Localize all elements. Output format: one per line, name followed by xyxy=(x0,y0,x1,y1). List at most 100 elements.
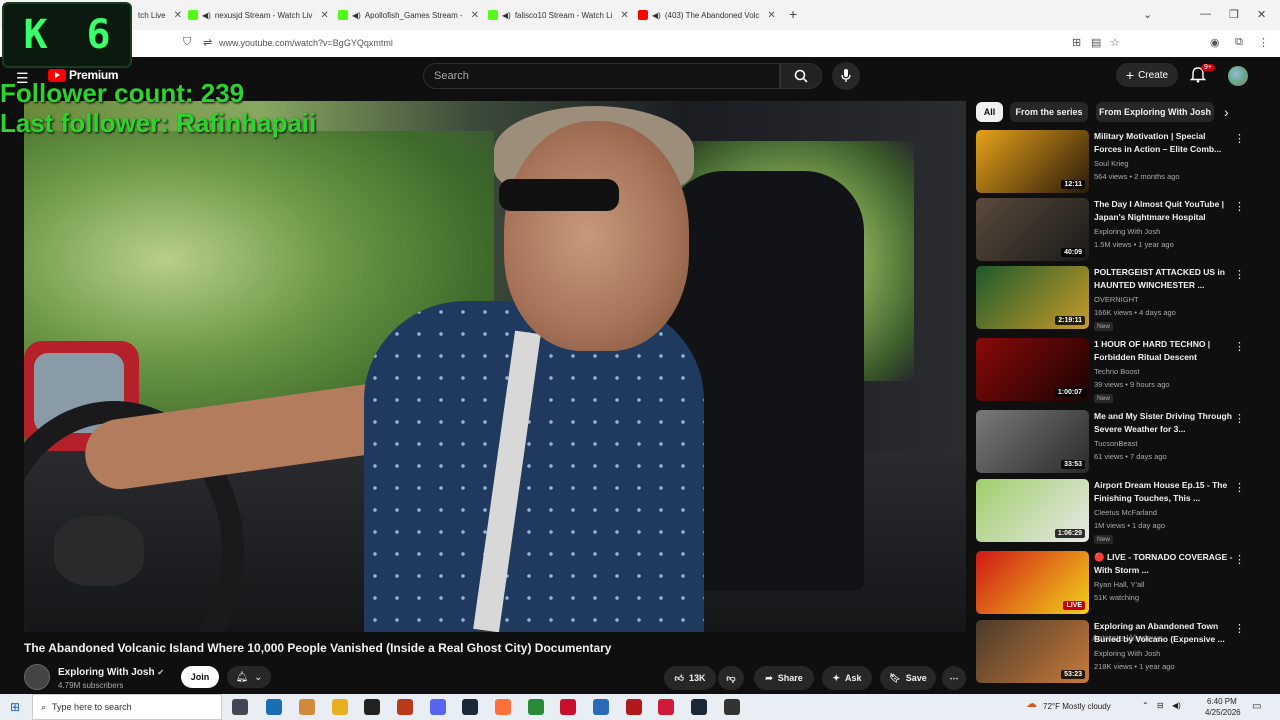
recommendation-item[interactable]: 40:09 The Day I Almost Quit YouTube | Ja… xyxy=(976,198,1248,264)
browser-tab[interactable]: tch Live ✕ xyxy=(138,6,182,24)
app-icon[interactable] xyxy=(658,699,674,715)
restore-icon[interactable]: ❐ xyxy=(1229,8,1239,21)
chevron-right-icon[interactable]: › xyxy=(1224,104,1229,120)
task-view-icon[interactable] xyxy=(232,699,248,715)
close-window-icon[interactable]: ✕ xyxy=(1257,8,1266,21)
profile-icon[interactable]: ◉ xyxy=(1210,36,1220,49)
notification-settings-button[interactable]: 🔔︎ ⌄ xyxy=(227,666,271,688)
weather-icon[interactable]: ☁ xyxy=(1026,697,1037,710)
recommendation-thumbnail[interactable]: LIVE xyxy=(976,551,1089,614)
more-vert-icon[interactable]: ⋮ xyxy=(1234,132,1245,145)
recommendation-item[interactable]: 1:06:29 Airport Dream House Ep.15 - The … xyxy=(976,479,1248,545)
file-explorer-icon[interactable] xyxy=(332,699,348,715)
recommendation-title[interactable]: Military Motivation | Special Forces in … xyxy=(1094,130,1234,156)
recommendation-channel[interactable]: Soul Krieg xyxy=(1094,159,1129,168)
notification-center-icon[interactable]: ▭ xyxy=(1252,701,1261,712)
clock-date[interactable]: 4/25/2026 xyxy=(1205,708,1241,717)
recommendation-channel[interactable]: TucsonBeast xyxy=(1094,439,1138,448)
recommendation-thumbnail[interactable]: 40:09 xyxy=(976,198,1089,261)
account-avatar[interactable] xyxy=(1228,66,1248,86)
app-icon[interactable] xyxy=(626,699,642,715)
close-icon[interactable]: ✕ xyxy=(174,10,182,21)
app-icon[interactable] xyxy=(593,699,609,715)
recommendation-title[interactable]: Airport Dream House Ep.15 - The Finishin… xyxy=(1094,479,1234,505)
windows-start-icon[interactable]: ⊞ xyxy=(10,700,20,714)
recommendation-item[interactable]: 1:00:07 1 HOUR OF HARD TECHNO | Forbidde… xyxy=(976,338,1248,404)
weather-text[interactable]: 72°F Mostly cloudy xyxy=(1043,702,1111,711)
join-button[interactable]: Join xyxy=(181,666,219,688)
more-icon[interactable]: ⋮ xyxy=(1258,36,1269,49)
browser-tab[interactable]: ◀) nexusjd Stream - Watch Liv ✕ xyxy=(188,6,329,24)
recommendation-title[interactable]: 🔴 LIVE - TORNADO COVERAGE - With Storm .… xyxy=(1094,551,1234,577)
recommendation-item[interactable]: 53:23 Exploring an Abandoned Town Buried… xyxy=(976,620,1248,686)
recommendation-channel[interactable]: Cleetus McFarland xyxy=(1094,508,1157,517)
taskbar-search-input[interactable]: ⌕ Type here to search xyxy=(32,694,222,720)
recommendation-item[interactable]: LIVE 🔴 LIVE - TORNADO COVERAGE - With St… xyxy=(976,551,1248,617)
more-vert-icon[interactable]: ⋮ xyxy=(1234,412,1245,425)
more-vert-icon[interactable]: ⋮ xyxy=(1234,622,1245,635)
ask-button[interactable]: ✦ Ask xyxy=(822,666,872,690)
close-icon[interactable]: ✕ xyxy=(620,10,628,21)
recommendation-title[interactable]: 1 HOUR OF HARD TECHNO | Forbidden Ritual… xyxy=(1094,338,1234,364)
recommendation-title[interactable]: POLTERGEIST ATTACKED US in HAUNTED WINCH… xyxy=(1094,266,1234,292)
clock-time[interactable]: 6:40 PM xyxy=(1207,697,1237,706)
app-icon[interactable] xyxy=(528,699,544,715)
star-icon[interactable]: ☆ xyxy=(1110,36,1120,49)
app-icon[interactable] xyxy=(397,699,413,715)
app-icon[interactable] xyxy=(724,699,740,715)
recommendation-title[interactable]: The Day I Almost Quit YouTube | Japan's … xyxy=(1094,198,1234,224)
recommendation-item[interactable]: 12:11 Military Motivation | Special Forc… xyxy=(976,130,1248,196)
create-button[interactable]: + Create xyxy=(1116,63,1178,87)
discord-icon[interactable] xyxy=(430,699,446,715)
steam-icon[interactable] xyxy=(462,699,478,715)
channel-avatar[interactable] xyxy=(24,664,50,690)
more-actions-button[interactable]: ⋯ xyxy=(942,666,966,690)
recommendation-thumbnail[interactable]: 1:00:07 xyxy=(976,338,1089,401)
recommendation-channel[interactable]: OVERNIGHT xyxy=(1094,295,1139,304)
share-button[interactable]: ➦ Share xyxy=(754,666,814,690)
app-icon[interactable] xyxy=(299,699,315,715)
chip-all[interactable]: All xyxy=(976,102,1003,122)
chevron-up-icon[interactable]: ⌃ xyxy=(1142,701,1149,710)
recommendation-channel[interactable]: Exploring With Josh xyxy=(1094,649,1160,658)
epic-games-icon[interactable] xyxy=(364,699,380,715)
new-tab-icon[interactable]: + xyxy=(789,6,797,22)
recommendation-thumbnail[interactable]: 53:23 xyxy=(976,620,1089,683)
browser-tab[interactable]: ◀) Apollofish_Games Stream - ✕ xyxy=(338,6,479,24)
search-input[interactable]: Search xyxy=(423,63,780,89)
search-button[interactable] xyxy=(780,63,822,89)
more-vert-icon[interactable]: ⋮ xyxy=(1234,481,1245,494)
minimize-icon[interactable]: — xyxy=(1200,8,1211,20)
recommendation-thumbnail[interactable]: 1:06:29 xyxy=(976,479,1089,542)
network-icon[interactable]: ⊟ xyxy=(1157,701,1164,710)
recommendation-channel[interactable]: Exploring With Josh xyxy=(1094,227,1160,236)
close-icon[interactable]: ✕ xyxy=(767,10,775,21)
save-button[interactable]: 🔖︎ Save xyxy=(880,666,936,690)
recommendation-thumbnail[interactable]: 33:53 xyxy=(976,410,1089,473)
recommendation-item[interactable]: 2:19:11 POLTERGEIST ATTACKED US in HAUNT… xyxy=(976,266,1248,332)
recommendation-channel[interactable]: Techno Boost xyxy=(1094,367,1139,376)
recommendation-item[interactable]: 33:53 Me and My Sister Driving Through S… xyxy=(976,410,1248,476)
browser-tab[interactable]: ◀) falisco10 Stream - Watch Li ✕ xyxy=(488,6,629,24)
extensions-icon[interactable]: ⧉ xyxy=(1235,36,1243,49)
site-settings-icon[interactable]: ⇌ xyxy=(203,36,212,49)
like-button[interactable]: 👍︎ 13K xyxy=(664,666,716,690)
video-player[interactable] xyxy=(24,101,966,632)
adobe-icon[interactable] xyxy=(560,699,576,715)
recommendation-thumbnail[interactable]: 2:19:11 xyxy=(976,266,1089,329)
close-icon[interactable]: ✕ xyxy=(320,10,328,21)
steam-icon[interactable] xyxy=(691,699,707,715)
url-field[interactable]: www.youtube.com/watch?v=BgGYQqxmtml xyxy=(219,38,393,48)
volume-icon[interactable]: ◀) xyxy=(1172,701,1181,710)
recommendation-thumbnail[interactable]: 12:11 xyxy=(976,130,1089,193)
browser-tab-active[interactable]: ◀) (403) The Abandoned Volc ✕ xyxy=(638,6,776,24)
security-icon[interactable]: ⛉ xyxy=(183,36,191,49)
voice-search-button[interactable] xyxy=(832,62,860,90)
chip-from-channel[interactable]: From Exploring With Josh xyxy=(1096,102,1214,122)
chip-from-series[interactable]: From the series xyxy=(1010,102,1088,122)
chevron-down-icon[interactable]: ⌄ xyxy=(1143,8,1152,21)
install-app-icon[interactable]: ⊞ xyxy=(1072,36,1081,49)
recommendation-channel[interactable]: Ryan Hall, Y'all xyxy=(1094,580,1144,589)
firefox-icon[interactable] xyxy=(495,699,511,715)
more-vert-icon[interactable]: ⋮ xyxy=(1234,340,1245,353)
